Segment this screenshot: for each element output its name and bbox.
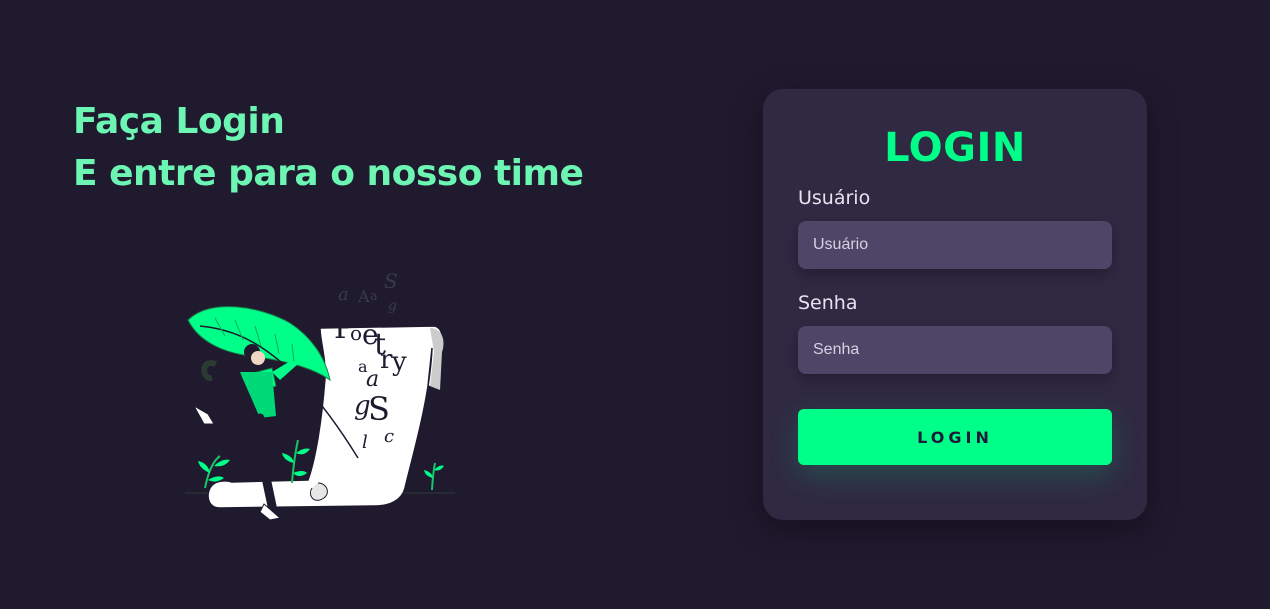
hero-headline: Faça Login E entre para o nosso time: [73, 96, 584, 200]
hero-line-2: E entre para o nosso time: [73, 153, 584, 194]
svg-text:y: y: [391, 347, 407, 377]
login-button[interactable]: LOGIN: [798, 409, 1112, 465]
svg-text:S: S: [368, 390, 390, 428]
username-label: Usuário: [798, 187, 871, 209]
svg-text:g: g: [388, 298, 397, 314]
svg-text:S: S: [384, 269, 398, 293]
login-title: LOGIN: [884, 125, 1026, 171]
login-page: Faça Login E entre para o nosso time a A…: [0, 0, 1270, 609]
password-label: Senha: [798, 292, 858, 314]
hero-line-1: Faça Login: [73, 101, 285, 142]
svg-text:a: a: [338, 284, 349, 305]
svg-text:c: c: [384, 426, 394, 447]
password-input[interactable]: [798, 326, 1112, 374]
poetry-feather-illustration: a A a S g P o e t r y a a g S c l: [185, 269, 455, 521]
username-input[interactable]: [798, 221, 1112, 269]
svg-text:a: a: [370, 289, 378, 304]
svg-text:l: l: [362, 432, 368, 453]
login-card: LOGIN Usuário Senha LOGIN: [763, 89, 1147, 520]
svg-text:o: o: [350, 321, 362, 345]
svg-text:A: A: [357, 287, 370, 306]
svg-text:a: a: [366, 367, 379, 392]
